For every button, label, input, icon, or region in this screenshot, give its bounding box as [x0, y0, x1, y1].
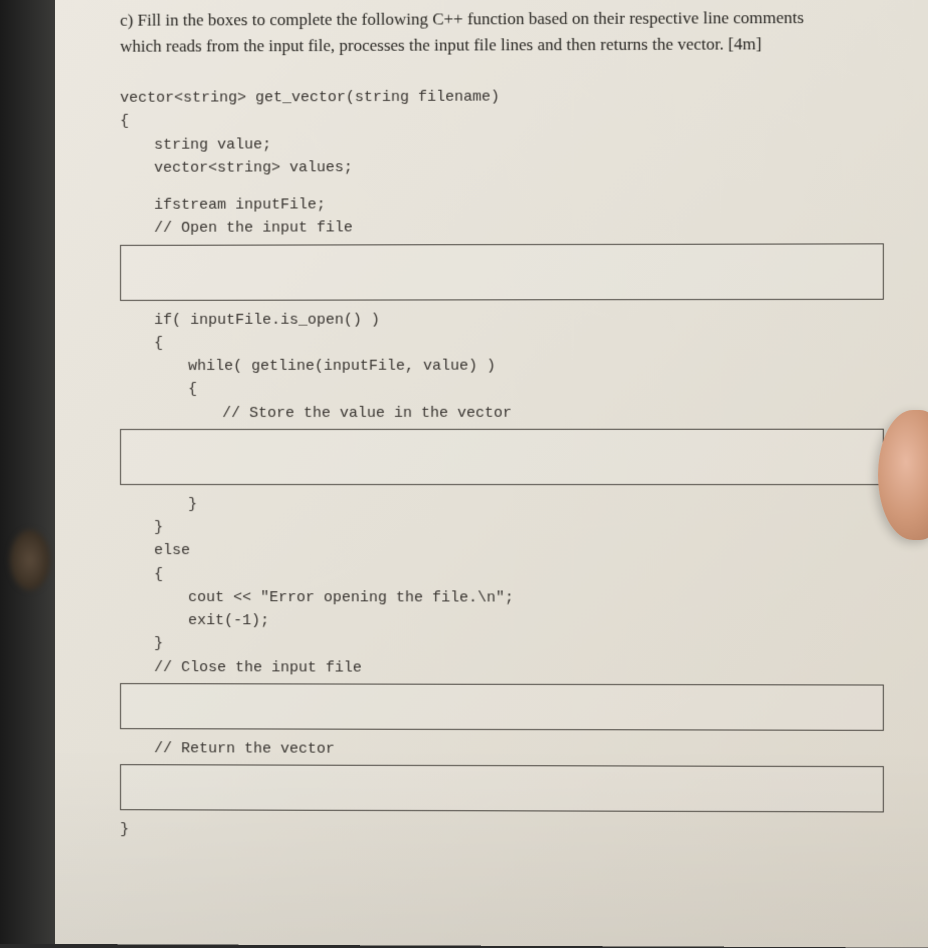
answer-box-store-value[interactable] — [120, 428, 884, 484]
code-signature: vector<string> get_vector(string filenam… — [120, 84, 894, 110]
background-left-edge — [0, 0, 55, 944]
answer-box-close-file[interactable] — [120, 683, 884, 731]
code-if-condition: if( inputFile.is_open() ) — [120, 307, 894, 331]
background-smudge — [10, 530, 50, 590]
question-text-line2: which reads from the input file, process… — [120, 34, 762, 55]
answer-box-open-file[interactable] — [120, 243, 884, 301]
code-comment-return: // Return the vector — [120, 737, 894, 762]
code-decl-ifstream: ifstream inputFile; — [120, 192, 894, 217]
code-if-brace: { — [120, 331, 894, 355]
code-if-close: } — [120, 516, 894, 540]
code-cout: cout << "Error opening the file.\n"; — [120, 586, 894, 610]
code-decl-values: vector<string> values; — [120, 154, 894, 179]
code-block: vector<string> get_vector(string filenam… — [120, 84, 894, 844]
code-open-brace: { — [120, 108, 894, 134]
paper-sheet: c) Fill in the boxes to complete the fol… — [55, 0, 928, 948]
code-while-brace: { — [120, 378, 894, 402]
code-fn-close: } — [120, 818, 894, 844]
code-else-brace: { — [120, 563, 894, 587]
code-else-close: } — [120, 632, 894, 657]
code-while: while( getline(inputFile, value) ) — [120, 354, 894, 378]
answer-box-return-vector[interactable] — [120, 764, 884, 812]
question-prompt: c) Fill in the boxes to complete the fol… — [120, 5, 894, 59]
code-decl-value: string value; — [120, 131, 894, 157]
code-comment-store: // Store the value in the vector — [120, 401, 894, 425]
code-else: else — [120, 539, 894, 563]
code-exit: exit(-1); — [120, 609, 894, 633]
code-comment-close-file: // Close the input file — [120, 656, 894, 681]
code-while-close: } — [120, 493, 894, 517]
code-comment-open-file: // Open the input file — [120, 215, 894, 240]
question-text-line1: c) Fill in the boxes to complete the fol… — [120, 8, 804, 30]
